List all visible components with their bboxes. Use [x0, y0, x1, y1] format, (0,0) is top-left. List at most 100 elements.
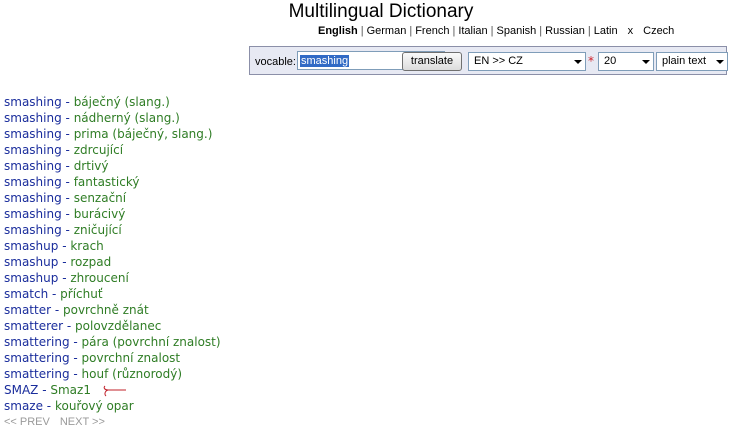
prev-link[interactable]: << PREV [4, 416, 50, 428]
english-word-link[interactable]: smashing [4, 223, 62, 237]
english-word-link[interactable]: smashup [4, 271, 58, 285]
count-select[interactable]: 20 [598, 52, 654, 71]
czech-word-link[interactable]: houf (různorodý) [82, 367, 182, 381]
czech-word-link[interactable]: polovzdělanec [75, 319, 161, 333]
lang-separator: | [587, 25, 591, 37]
czech-word-link[interactable]: fantastický [74, 175, 140, 189]
english-word-link[interactable]: smattering [4, 335, 70, 349]
list-item: smattering - houf (různorodý) [4, 366, 221, 382]
list-item: smashing - prima (báječný, slang.) [4, 126, 221, 142]
list-item: smattering - povrchní znalost [4, 350, 221, 366]
translate-button[interactable]: translate [402, 52, 462, 71]
english-word-link[interactable]: smashing [4, 111, 62, 125]
czech-word-link[interactable]: zhroucení [70, 271, 128, 285]
czech-word-link[interactable]: krach [70, 239, 103, 253]
dash: - [61, 191, 74, 205]
list-item: smatterer - polovzdělanec [4, 318, 221, 334]
english-word-link[interactable]: smashing [4, 95, 62, 109]
english-word-link[interactable]: smashing [4, 159, 62, 173]
english-word-link[interactable]: smashing [4, 207, 62, 221]
lang-link-german[interactable]: German [367, 25, 407, 37]
list-item: smashing - báječný (slang.) [4, 94, 221, 110]
czech-word-link[interactable]: prima (báječný, slang.) [74, 127, 213, 141]
english-word-link[interactable]: smatter [4, 303, 51, 317]
language-bar: English | German | French | Italian | Spanish | Ru… [318, 25, 674, 37]
chevron-down-icon [642, 60, 650, 64]
czech-word-link[interactable]: nádherný (slang.) [74, 111, 180, 125]
english-word-link[interactable]: smashing [4, 175, 62, 189]
list-item: smatch - příchuť [4, 286, 221, 302]
list-item: smashing - burácivý [4, 206, 221, 222]
chevron-down-icon [716, 60, 724, 64]
czech-word-link[interactable]: rozpad [70, 255, 111, 269]
english-word-link[interactable]: smashup [4, 255, 58, 269]
dash: - [69, 351, 82, 365]
direction-select[interactable]: EN >> CZ [468, 52, 586, 71]
english-word-link[interactable]: smashup [4, 239, 58, 253]
english-word-link[interactable]: smatch [4, 287, 48, 301]
dash: - [61, 159, 74, 173]
dash: - [42, 399, 55, 413]
english-word-link[interactable]: SMAZ [4, 383, 38, 397]
czech-word-link[interactable]: báječný (slang.) [74, 95, 170, 109]
list-item: smaze - kouřový opar [4, 398, 221, 414]
list-item: smatter - povrchně znát [4, 302, 221, 318]
dash: - [48, 287, 61, 301]
lang-link-latin[interactable]: Latin [594, 25, 618, 37]
pager: << PREV NEXT >> [4, 414, 221, 430]
czech-word-link[interactable]: zničující [74, 223, 122, 237]
dash: - [38, 383, 51, 397]
czech-word-link[interactable]: burácivý [74, 207, 126, 221]
list-item: smashing - senzační [4, 190, 221, 206]
czech-word-link[interactable]: zdrcující [74, 143, 123, 157]
next-link[interactable]: NEXT >> [60, 416, 105, 428]
count-select-value: 20 [604, 55, 617, 67]
dash: - [61, 175, 74, 189]
czech-word-link[interactable]: povrchně znát [63, 303, 149, 317]
list-item: smashing - drtivý [4, 158, 221, 174]
english-word-link[interactable]: smaze [4, 399, 43, 413]
czech-word-link[interactable]: senzační [74, 191, 126, 205]
english-word-link[interactable]: smattering [4, 351, 70, 365]
czech-word-link[interactable]: drtivý [74, 159, 109, 173]
lang-link-russian[interactable]: Russian [545, 25, 585, 37]
lang-link-czech[interactable]: Czech [643, 25, 674, 37]
english-word-link[interactable]: smashing [4, 127, 62, 141]
dash: - [61, 207, 74, 221]
list-item: SMAZ - Smaz1 [4, 382, 221, 398]
dash: - [69, 335, 82, 349]
czech-word-link[interactable]: kouřový opar [55, 399, 134, 413]
czech-word-link[interactable]: Smaz1 [50, 383, 91, 397]
search-panel: vocable: smashing translate EN >> CZ * 2… [249, 46, 728, 75]
lang-separator: | [360, 25, 364, 37]
lang-separator: | [490, 25, 494, 37]
left-arrow-icon [103, 385, 126, 396]
vocable-label: vocable: [255, 56, 296, 68]
czech-word-link[interactable]: příchuť [60, 287, 102, 301]
lang-separator: | [409, 25, 413, 37]
dash: - [61, 111, 74, 125]
format-select[interactable]: plain text [656, 52, 728, 71]
lang-link-italian[interactable]: Italian [458, 25, 487, 37]
list-item: smashing - fantastický [4, 174, 221, 190]
lang-separator: | [452, 25, 456, 37]
dash: - [63, 319, 76, 333]
format-select-value: plain text [662, 55, 707, 67]
lang-link-french[interactable]: French [415, 25, 449, 37]
list-item: smattering - pára (povrchní znalost) [4, 334, 221, 350]
english-word-link[interactable]: smashing [4, 191, 62, 205]
english-word-link[interactable]: smashing [4, 143, 62, 157]
dash: - [61, 223, 74, 237]
english-word-link[interactable]: smattering [4, 367, 70, 381]
dash: - [61, 143, 74, 157]
czech-word-link[interactable]: pára (povrchní znalost) [82, 335, 221, 349]
vocable-input-value: smashing [300, 55, 350, 67]
lang-link-english[interactable]: English [318, 25, 358, 37]
list-item: smashing - zničující [4, 222, 221, 238]
list-item: smashing - nádherný (slang.) [4, 110, 221, 126]
dash: - [58, 239, 71, 253]
dash: - [61, 127, 74, 141]
czech-word-link[interactable]: povrchní znalost [82, 351, 181, 365]
english-word-link[interactable]: smatterer [4, 319, 63, 333]
lang-link-spanish[interactable]: Spanish [497, 25, 537, 37]
